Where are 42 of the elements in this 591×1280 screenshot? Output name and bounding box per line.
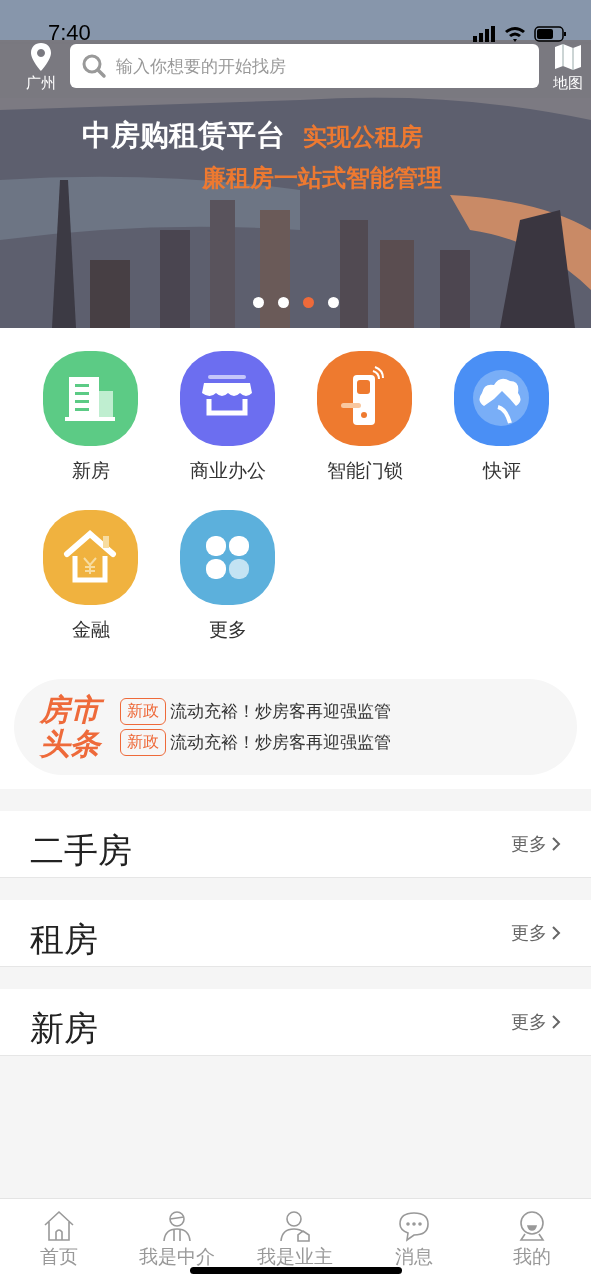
more-link[interactable]: 更多 xyxy=(511,832,547,856)
search-icon xyxy=(81,53,107,79)
category-label[interactable]: 智能门锁 xyxy=(326,458,403,484)
category-label[interactable]: 快评 xyxy=(482,458,521,484)
category-label[interactable]: 金融 xyxy=(71,617,110,643)
chevron-icon[interactable] xyxy=(551,836,561,852)
section-title: 二手房 xyxy=(30,829,132,872)
category-label[interactable]: 更多 xyxy=(208,617,247,643)
status-time: 7:40 xyxy=(48,20,91,46)
signal-icon xyxy=(473,26,495,42)
carousel-dot[interactable] xyxy=(277,297,289,308)
map-icon[interactable] xyxy=(553,42,583,72)
search-field[interactable]: 输入你想要的开始找房 xyxy=(70,44,539,88)
more-link[interactable]: 更多 xyxy=(511,921,547,945)
carousel-dot[interactable] xyxy=(327,297,339,308)
news-logo-text: 房市 xyxy=(38,692,106,727)
news-headline[interactable]: 流动充裕！炒房客再迎强监管 xyxy=(170,731,391,754)
chat-bubble-icon xyxy=(396,1209,431,1243)
news-logo-text: 头条 xyxy=(38,727,103,762)
news-card[interactable]: 房市 头条 新政 流动充裕！炒房客再迎强监管 新政 流动充裕！炒房客再迎强监管 xyxy=(14,679,577,775)
more-link[interactable]: 更多 xyxy=(511,1010,547,1034)
section-title: 新房 xyxy=(30,1007,98,1050)
section-title: 租房 xyxy=(30,918,98,961)
banner-subline: 廉租房一站式智能管理 xyxy=(202,164,442,192)
city-label[interactable]: 广州 xyxy=(26,74,56,93)
carousel-dot[interactable] xyxy=(252,297,264,308)
news-tag: 新政 xyxy=(120,698,166,725)
chevron-icon[interactable] xyxy=(551,925,561,941)
tab-item[interactable]: 消息 xyxy=(358,1209,469,1280)
news-headline[interactable]: 流动充裕！炒房客再迎强监管 xyxy=(170,700,391,723)
battery-icon xyxy=(534,26,566,42)
category-label[interactable]: 商业办公 xyxy=(189,458,266,484)
banner-highlight: 实现公租房 xyxy=(303,122,423,153)
person-icon xyxy=(278,1209,313,1243)
location-pin-icon[interactable] xyxy=(30,42,52,72)
chevron-icon[interactable] xyxy=(551,1014,561,1030)
carousel-dot[interactable] xyxy=(302,297,314,308)
category-label[interactable]: 新房 xyxy=(71,458,110,484)
map-label[interactable]: 地图 xyxy=(553,74,583,93)
wifi-icon xyxy=(505,27,525,42)
news-tag: 新政 xyxy=(120,729,166,756)
banner-headline: 中房购租赁平台 xyxy=(82,117,285,154)
